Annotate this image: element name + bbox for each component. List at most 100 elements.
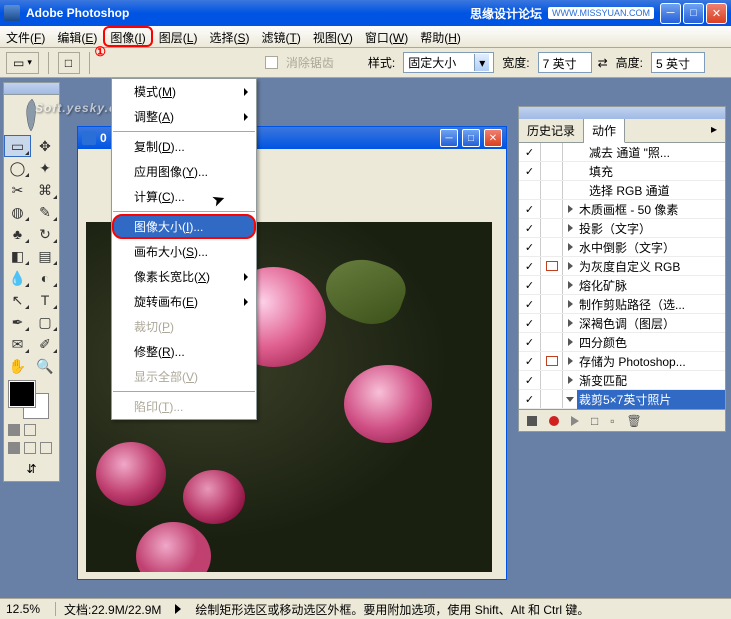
actions-footer: □ ▫ 🗑 <box>519 409 725 431</box>
tool-gradient[interactable]: ▤ <box>32 245 59 267</box>
menu-item: 显示全部(V) <box>112 364 256 389</box>
menu-item[interactable]: 计算(C)... <box>112 184 256 209</box>
app-icon <box>4 5 20 21</box>
menu-item[interactable]: 应用图像(Y)... <box>112 159 256 184</box>
image-menu-dropdown: 模式(M)调整(A) 复制(D)...应用图像(Y)...计算(C)... 图像大小… <box>111 78 257 420</box>
doc-size[interactable]: 文档:22.9M/22.9M <box>56 601 169 618</box>
menu-image[interactable]: 图像(I) ① <box>103 26 152 47</box>
tool-blur[interactable]: 💧 <box>4 267 31 289</box>
play-button[interactable] <box>571 416 579 426</box>
tab-actions[interactable]: 动作 <box>584 119 625 143</box>
menu-layer[interactable]: 图层(L) <box>153 26 204 47</box>
tool-zoom[interactable]: 🔍 <box>32 355 59 377</box>
tool-brush[interactable]: ✎ <box>32 201 59 223</box>
action-row[interactable]: ✓减去 通道 "照... <box>519 143 725 162</box>
action-row[interactable]: ✓为灰度自定义 RGB <box>519 257 725 276</box>
tool-heal[interactable]: ◍ <box>4 201 31 223</box>
standard-mode[interactable] <box>8 424 20 436</box>
action-row[interactable]: 选择 RGB 通道 <box>519 181 725 200</box>
tool-marquee[interactable]: ▭ <box>4 135 31 157</box>
color-swatches[interactable] <box>4 377 59 421</box>
new-action-button[interactable]: ▫ <box>610 414 614 428</box>
action-row[interactable]: ✓制作剪贴路径（选... <box>519 295 725 314</box>
height-input[interactable]: 5 英寸 <box>651 52 705 73</box>
doc-maximize[interactable]: □ <box>462 129 480 147</box>
menu-item[interactable]: 模式(M) <box>112 79 256 104</box>
menu-item[interactable]: 图像大小(I)... <box>112 214 256 239</box>
menu-file[interactable]: 文件(F) <box>0 26 51 47</box>
menu-view[interactable]: 视图(V) <box>307 26 359 47</box>
screen-fullmenu[interactable] <box>24 442 36 454</box>
menu-item: 陷印(T)... <box>112 394 256 419</box>
width-input[interactable]: 7 英寸 <box>538 52 592 73</box>
swap-icon[interactable]: ⇄ <box>598 56 608 70</box>
trash-button[interactable]: 🗑 <box>627 414 642 428</box>
menu-filter[interactable]: 滤镜(T) <box>255 26 306 47</box>
tool-slice[interactable]: ⌘ <box>32 179 59 201</box>
screen-mode-row <box>4 439 59 457</box>
tool-shape[interactable]: ▢ <box>32 311 59 333</box>
new-set-button[interactable]: □ <box>591 414 598 428</box>
tool-path-select[interactable]: ↖ <box>4 289 31 311</box>
tool-move[interactable]: ✥ <box>32 135 59 157</box>
style-label: 样式: <box>366 54 397 71</box>
menu-select[interactable]: 选择(S) <box>203 26 255 47</box>
stop-button[interactable] <box>527 416 537 426</box>
foreground-color[interactable] <box>9 381 35 407</box>
action-row[interactable]: ✓四分颜色 <box>519 333 725 352</box>
action-row[interactable]: ✓熔化矿脉 <box>519 276 725 295</box>
tool-stamp[interactable]: ♣ <box>4 223 31 245</box>
antialias-label: 消除锯齿 <box>284 54 336 71</box>
menu-item[interactable]: 像素长宽比(X) <box>112 264 256 289</box>
menu-item[interactable]: 画布大小(S)... <box>112 239 256 264</box>
action-row[interactable]: ✓渐变匹配 <box>519 371 725 390</box>
tool-pen[interactable]: ✒ <box>4 311 31 333</box>
action-row[interactable]: ✓投影（文字） <box>519 219 725 238</box>
record-button[interactable] <box>549 416 559 426</box>
tool-lasso[interactable]: ◯ <box>4 157 31 179</box>
tab-history[interactable]: 历史记录 <box>519 119 584 142</box>
action-row[interactable]: ✓水中倒影（文字） <box>519 238 725 257</box>
tool-notes[interactable]: ✉ <box>4 333 31 355</box>
action-row[interactable]: ✓存储为 Photoshop... <box>519 352 725 371</box>
panel-grip[interactable] <box>519 107 725 119</box>
screen-full[interactable] <box>40 442 52 454</box>
tool-crop[interactable]: ✂ <box>4 179 31 201</box>
zoom-level[interactable]: 12.5% <box>0 602 56 616</box>
tool-wand[interactable]: ✦ <box>32 157 59 179</box>
screen-standard[interactable] <box>8 442 20 454</box>
minimize-button[interactable]: ─ <box>660 3 681 24</box>
doc-minimize[interactable]: ─ <box>440 129 458 147</box>
opt-marquee-icon[interactable]: ▭ ▾ <box>6 52 39 74</box>
close-button[interactable]: ✕ <box>706 3 727 24</box>
maximize-button[interactable]: □ <box>683 3 704 24</box>
tools-panel-grip[interactable] <box>4 83 59 95</box>
menu-item[interactable]: 调整(A) <box>112 104 256 129</box>
antialias-checkbox[interactable] <box>265 56 278 69</box>
tool-dodge[interactable]: ◐ <box>32 267 59 289</box>
menu-window[interactable]: 窗口(W) <box>359 26 414 47</box>
doc-close[interactable]: ✕ <box>484 129 502 147</box>
style-select[interactable]: 固定大小 ▾ <box>403 52 494 73</box>
actions-panel: 历史记录 动作 ▸ ✓减去 通道 "照...✓填充选择 RGB 通道✓木质画框 … <box>518 106 726 432</box>
edit-mode-row <box>4 421 59 439</box>
tool-hand[interactable]: ✋ <box>4 355 31 377</box>
jump-to-imageready[interactable]: ⇵ <box>4 457 59 481</box>
action-row[interactable]: ✓深褐色调（图层） <box>519 314 725 333</box>
tool-type[interactable]: T <box>32 289 59 311</box>
menu-item[interactable]: 复制(D)... <box>112 134 256 159</box>
opt-new-selection[interactable]: □ <box>58 52 80 74</box>
menu-help[interactable]: 帮助(H) <box>414 26 467 47</box>
tool-eyedropper[interactable]: ✐ <box>32 333 59 355</box>
action-row[interactable]: ✓木质画框 - 50 像素 <box>519 200 725 219</box>
menu-item[interactable]: 旋转画布(E) <box>112 289 256 314</box>
menu-item[interactable]: 修整(R)... <box>112 339 256 364</box>
action-row[interactable]: ✓填充 <box>519 162 725 181</box>
quickmask-mode[interactable] <box>24 424 36 436</box>
tool-history-brush[interactable]: ↻ <box>32 223 59 245</box>
action-row[interactable]: ✓裁剪5×7英寸照片 <box>519 390 725 409</box>
status-arrow-icon[interactable] <box>175 604 181 614</box>
panel-menu[interactable]: ▸ <box>703 119 725 142</box>
document-icon <box>82 131 96 145</box>
tool-eraser[interactable]: ◧ <box>4 245 31 267</box>
